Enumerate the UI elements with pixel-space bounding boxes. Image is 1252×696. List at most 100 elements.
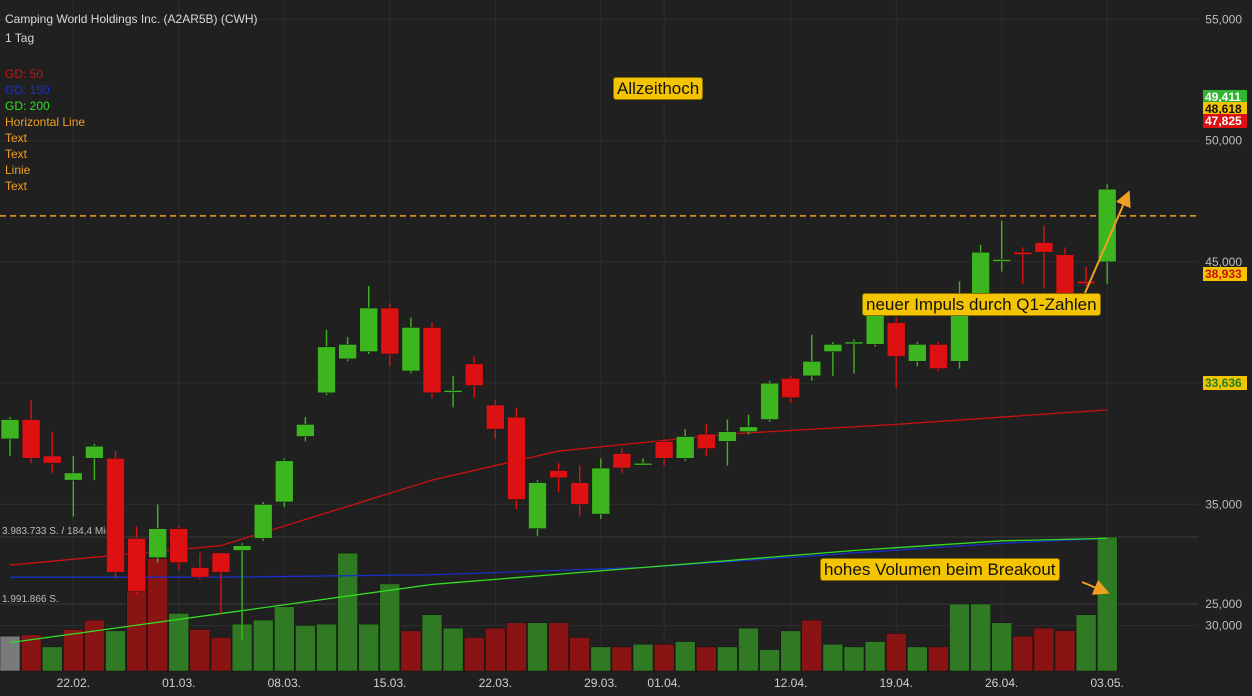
volume-bar — [63, 629, 84, 672]
x-tick-label: 08.03. — [268, 676, 301, 690]
volume-bar — [907, 646, 928, 672]
candle-body — [21, 419, 41, 459]
candle — [401, 317, 421, 374]
candle-body — [359, 307, 379, 352]
callout-neuer-impuls[interactable]: neuer Impuls durch Q1-Zahlen — [862, 293, 1101, 316]
candle-body — [612, 453, 632, 469]
x-tick-label: 12.04. — [774, 676, 807, 690]
volume-bar — [548, 622, 569, 672]
candle-body — [929, 344, 948, 369]
price-tick-label: 35,000 — [1205, 497, 1242, 511]
candle — [675, 429, 695, 461]
candle — [274, 458, 294, 507]
candle — [760, 380, 779, 422]
volume-bar — [1033, 627, 1055, 672]
candle-body — [739, 426, 758, 432]
candle-body — [85, 445, 104, 459]
candle-body — [1076, 281, 1096, 285]
price-tick-label: 55,000 — [1205, 12, 1242, 26]
legend-gd50[interactable]: GD: 50 — [5, 67, 43, 81]
candle — [106, 451, 125, 578]
callout-allzeithoch[interactable]: Allzeithoch — [613, 77, 704, 100]
candle-body — [675, 436, 695, 459]
candle — [464, 356, 484, 398]
legend-gd150[interactable]: GD: 150 — [5, 83, 50, 97]
volume-bar — [400, 630, 422, 672]
candle — [127, 526, 146, 595]
x-tick-label: 19.04. — [880, 676, 913, 690]
candle — [190, 552, 210, 580]
volume-bar — [759, 649, 780, 672]
candle-body — [169, 528, 189, 563]
candle-body — [64, 472, 83, 481]
candle — [507, 407, 526, 510]
candle — [42, 431, 62, 473]
candle — [739, 414, 758, 435]
volume-bar — [569, 637, 590, 672]
volume-bar — [885, 633, 907, 672]
volume-bar — [421, 614, 443, 672]
volume-bar — [274, 606, 295, 672]
volume-bar — [527, 622, 548, 672]
candle — [296, 417, 315, 442]
candle-body — [1013, 251, 1033, 255]
volume-bar — [632, 643, 654, 672]
volume-bar — [337, 552, 358, 672]
candle-body — [422, 327, 442, 394]
candle-body — [718, 431, 737, 442]
volume-bar — [780, 630, 801, 672]
candle-body — [633, 462, 653, 466]
x-tick-label: 01.03. — [162, 676, 195, 690]
volume-bar — [611, 646, 633, 672]
volume-bar — [316, 623, 337, 672]
volume-bar — [1012, 635, 1034, 672]
candle — [380, 303, 400, 367]
legend-text-3[interactable]: Text — [5, 179, 27, 193]
interval-label: 1 Tag — [5, 31, 35, 45]
candle-body — [380, 307, 400, 355]
volume-bar — [864, 641, 886, 672]
candle-body — [591, 467, 611, 515]
price-chart[interactable]: 55,00050,00045,00040,00035,00030,0003.98… — [0, 0, 1252, 696]
candle-body — [232, 545, 252, 551]
volume-bar — [1096, 536, 1118, 672]
candle — [549, 463, 568, 493]
candle-body — [401, 327, 421, 372]
candle — [570, 465, 590, 517]
legend-text-1[interactable]: Text — [5, 131, 27, 145]
callout-hohes-volumen[interactable]: hohes Volumen beim Breakout — [820, 558, 1060, 581]
candle-body — [274, 460, 294, 503]
volume-bar — [105, 630, 126, 672]
candle — [992, 220, 1012, 272]
candle — [1034, 225, 1054, 289]
volume-bar — [738, 627, 759, 672]
candle — [485, 400, 505, 439]
candle-body — [907, 344, 927, 362]
badge-price-low: 47,825 — [1203, 114, 1247, 128]
volume-bar — [1054, 630, 1076, 672]
volume-mid-label: 1.991.866 S. — [2, 594, 59, 605]
candle — [612, 448, 632, 473]
badge-gd50: 38,933 — [1203, 267, 1247, 281]
volume-bar — [991, 622, 1012, 672]
volume-bar — [822, 643, 844, 672]
volume-max-label: 3.983.733 S. / 184,4 Mio. — [2, 526, 114, 537]
x-tick-label: 01.04. — [647, 676, 680, 690]
candle — [929, 341, 948, 372]
legend-gd200[interactable]: GD: 200 — [5, 99, 50, 113]
candle — [528, 480, 547, 536]
candle — [422, 322, 442, 398]
legend-linie[interactable]: Linie — [5, 163, 30, 177]
candle-body — [127, 538, 146, 593]
volume-bar — [210, 637, 232, 672]
volume-bar — [168, 613, 190, 672]
candle-body — [760, 382, 779, 420]
legend-text-2[interactable]: Text — [5, 147, 27, 161]
volume-bar — [379, 583, 401, 672]
volume-bar — [295, 625, 316, 672]
candle-body — [42, 455, 62, 464]
candle — [654, 438, 674, 466]
candle-body — [528, 482, 547, 529]
volume-bar — [843, 646, 865, 672]
legend-horizontal-line[interactable]: Horizontal Line — [5, 115, 85, 129]
